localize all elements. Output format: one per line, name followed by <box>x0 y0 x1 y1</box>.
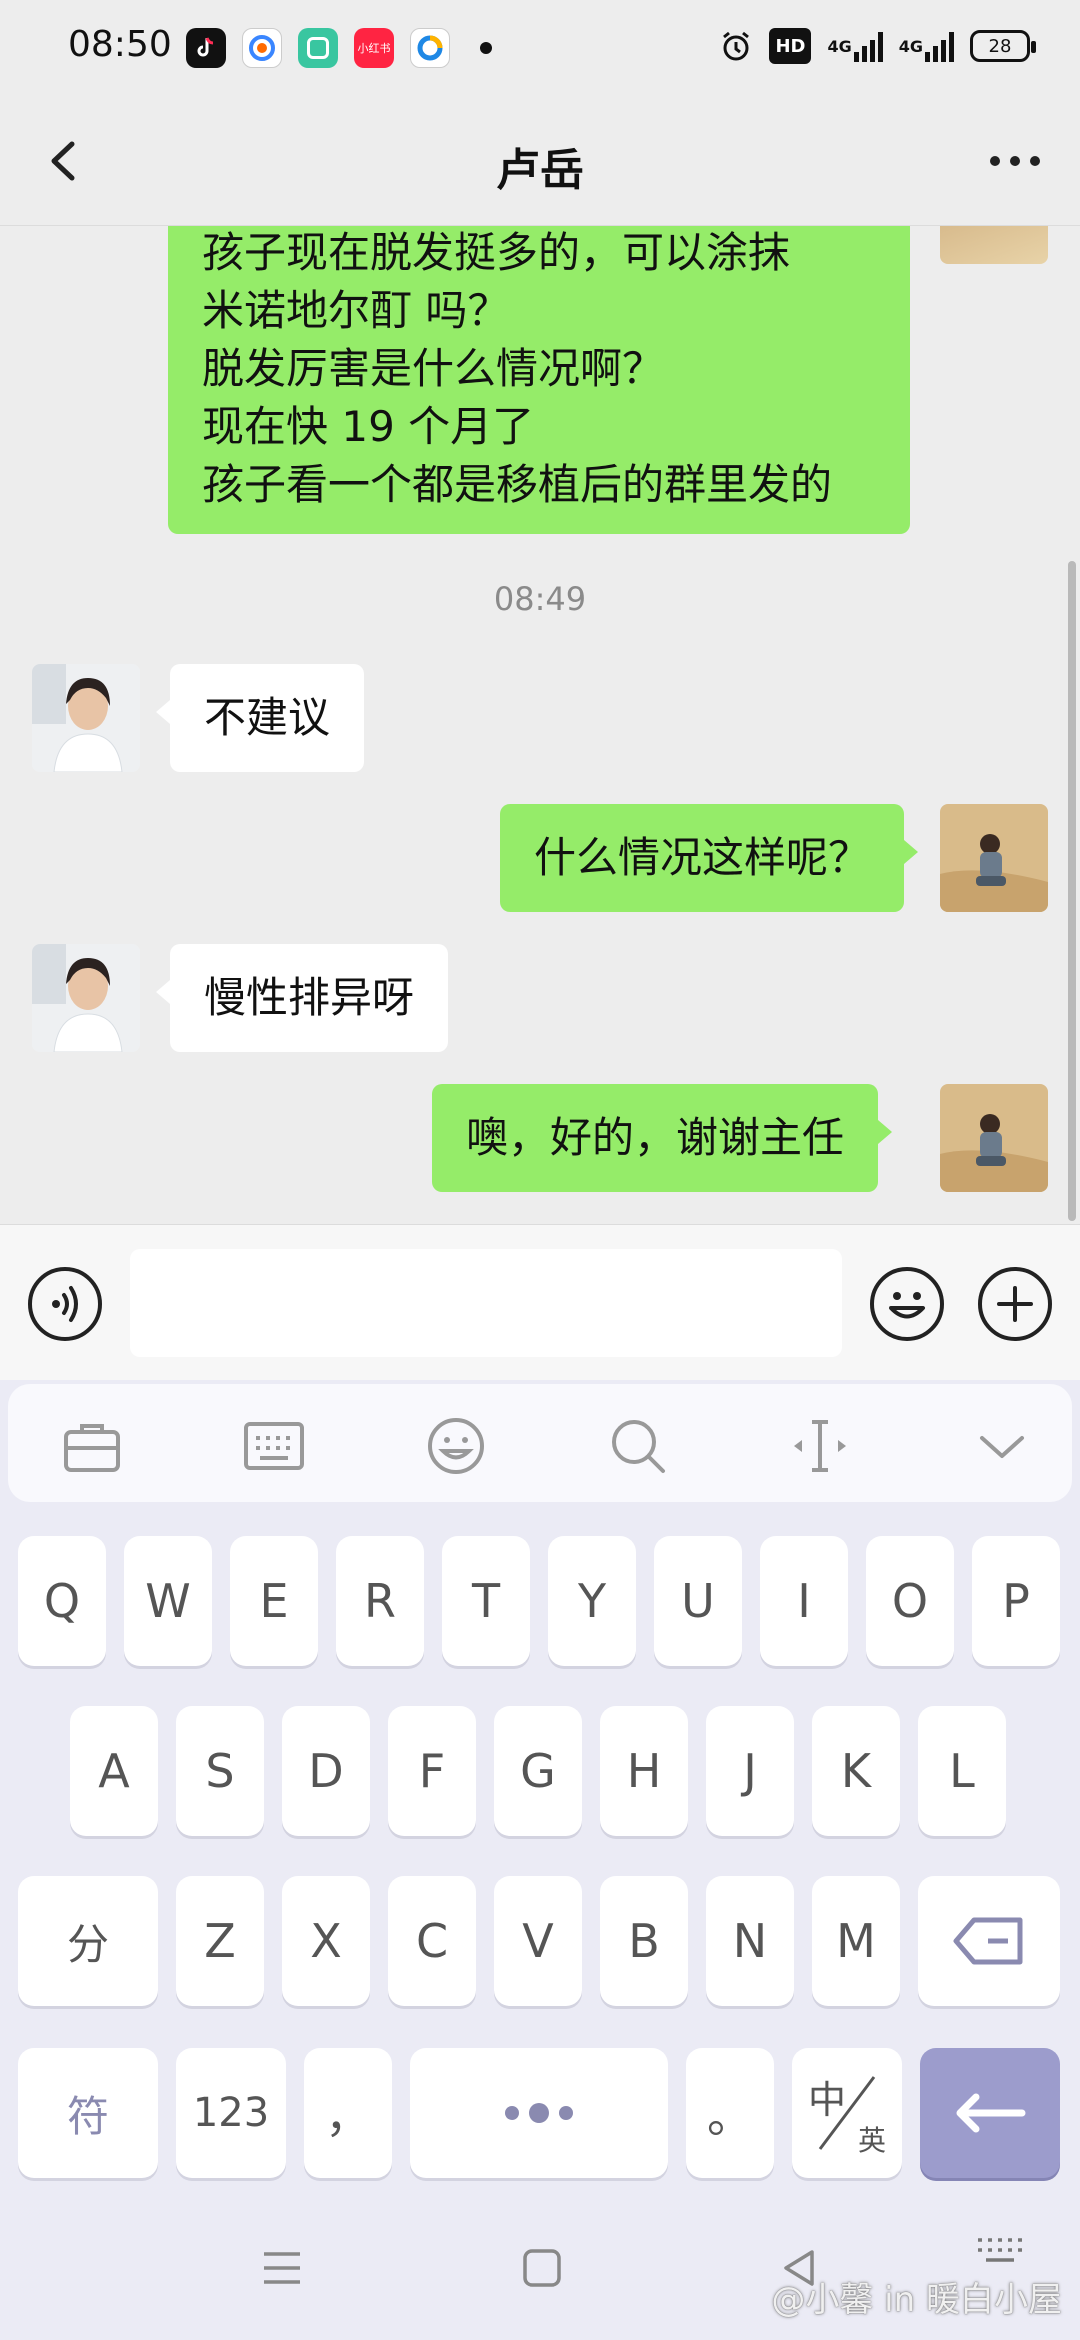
more-options-button[interactable] <box>980 126 1050 196</box>
doctor-avatar[interactable] <box>32 664 140 772</box>
numbers-key[interactable]: 123 <box>176 2048 286 2178</box>
more-dot-icon <box>990 156 1000 166</box>
signal-icon-1: 4G <box>827 28 883 64</box>
chat-title: 卢岳 <box>496 145 584 196</box>
collapse-keyboard-icon[interactable] <box>970 1414 1034 1478</box>
alarm-icon <box>719 28 753 64</box>
key-f[interactable]: F <box>388 1706 476 1836</box>
signal-icon-2: 4G <box>899 28 954 64</box>
keyboard-toolbar <box>8 1384 1072 1502</box>
key-y[interactable]: Y <box>548 1536 636 1666</box>
space-key[interactable] <box>410 2048 668 2178</box>
key-x[interactable]: X <box>282 1876 370 2006</box>
key-d[interactable]: D <box>282 1706 370 1836</box>
key-h[interactable]: H <box>600 1706 688 1836</box>
key-w[interactable]: W <box>124 1536 212 1666</box>
message-bubble-sent[interactable]: 什么情况这样呢？ <box>500 804 919 912</box>
message-bubble-received[interactable]: 慢性排异呀 <box>155 944 449 1052</box>
search-icon[interactable] <box>606 1414 670 1478</box>
watermark: @小馨 in 暖白小屋 <box>771 2280 1062 2320</box>
enter-key[interactable] <box>920 2048 1060 2178</box>
key-m[interactable]: M <box>812 1876 900 2006</box>
key-s[interactable]: S <box>176 1706 264 1836</box>
comma-key[interactable]: ， <box>304 2048 392 2178</box>
smiley-icon <box>889 1292 925 1319</box>
status-time: 08:50 <box>68 24 172 65</box>
key-p[interactable]: P <box>972 1536 1060 1666</box>
plus-icon <box>997 1286 1033 1322</box>
my-avatar[interactable] <box>940 1084 1048 1192</box>
key-k[interactable]: K <box>812 1706 900 1836</box>
app-green-icon <box>298 28 338 68</box>
my-avatar[interactable] <box>940 804 1048 912</box>
key-v[interactable]: V <box>494 1876 582 2006</box>
cursor-move-icon[interactable] <box>788 1414 852 1478</box>
menu-icon[interactable] <box>260 2246 304 2290</box>
key-n[interactable]: N <box>706 1876 794 2006</box>
enter-arrow-icon <box>956 2093 1026 2133</box>
message-input-bar <box>0 1224 1080 1380</box>
key-q[interactable]: Q <box>18 1536 106 1666</box>
voice-input-button[interactable] <box>28 1267 102 1341</box>
voice-icon <box>52 1286 78 1322</box>
emoji-button[interactable] <box>870 1267 944 1341</box>
keyboard-hide-icon[interactable] <box>974 2234 1026 2270</box>
message-bubble-received[interactable]: 不建议 <box>155 664 365 772</box>
battery-indicator: 28 <box>970 30 1036 62</box>
my-avatar[interactable] <box>940 226 1048 264</box>
backspace-icon <box>953 1917 1023 1965</box>
key-i[interactable]: I <box>760 1536 848 1666</box>
key-e[interactable]: E <box>230 1536 318 1666</box>
soft-keyboard: Q W E R T Y U I O P A S D F G H J K L 分 … <box>0 1380 1080 2340</box>
message-line: 孩子现在脱发挺多的，可以涂抹 <box>202 228 791 277</box>
message-line: 孩子看一个都是移植后的群里发的 <box>202 460 833 509</box>
tiktok-icon <box>186 28 226 68</box>
home-icon[interactable] <box>520 2246 564 2290</box>
keyboard-switch-icon[interactable] <box>242 1414 306 1478</box>
key-segment[interactable]: 分 <box>18 1876 158 2006</box>
key-b[interactable]: B <box>600 1876 688 2006</box>
space-dots-icon <box>505 2103 573 2123</box>
message-timestamp: 08:49 <box>493 580 587 618</box>
xiaohongshu-icon: 小红书 <box>354 28 394 68</box>
message-bubble-sent[interactable]: 噢，好的，谢谢主任 <box>432 1084 893 1192</box>
doctor-avatar[interactable] <box>32 944 140 1052</box>
key-a[interactable]: A <box>70 1706 158 1836</box>
hd-voice-badge: HD <box>769 28 812 64</box>
key-c[interactable]: C <box>388 1876 476 2006</box>
more-functions-button[interactable] <box>978 1267 1052 1341</box>
key-o[interactable]: O <box>866 1536 954 1666</box>
key-l[interactable]: L <box>918 1706 1006 1836</box>
message-text-input[interactable] <box>130 1249 842 1357</box>
key-j[interactable]: J <box>706 1706 794 1836</box>
key-g[interactable]: G <box>494 1706 582 1836</box>
key-r[interactable]: R <box>336 1536 424 1666</box>
message-bubble-sent[interactable]: 孩子现在脱发挺多的，可以涂抹 米诺地尔酊 吗？ 脱发厉害是什么情况啊？ 现在快 … <box>168 226 910 534</box>
status-bar: 08:50 小红书 HD 4G 4G 28 <box>0 0 1080 96</box>
chat-scrollbar[interactable] <box>1068 561 1076 1221</box>
toolbox-icon[interactable] <box>60 1414 124 1478</box>
message-line: 脱发厉害是什么情况啊？ <box>202 344 665 393</box>
key-t[interactable]: T <box>442 1536 530 1666</box>
system-status: HD 4G 4G 28 <box>719 28 1036 64</box>
language-switch-key[interactable]: 中 英 <box>792 2048 902 2178</box>
chat-message-list[interactable]: 孩子现在脱发挺多的，可以涂抹 米诺地尔酊 吗？ 脱发厉害是什么情况啊？ 现在快 … <box>0 226 1080 1224</box>
period-key[interactable]: 。 <box>686 2048 774 2178</box>
backspace-key[interactable] <box>918 1876 1060 2006</box>
message-line: 米诺地尔酊 吗？ <box>202 286 510 335</box>
symbols-key[interactable]: 符 <box>18 2048 158 2178</box>
more-notifications-dot <box>480 42 492 54</box>
notification-icons: 小红书 <box>186 28 492 68</box>
browser-icon <box>242 28 282 68</box>
message-line: 现在快 19 个月了 <box>202 402 535 451</box>
key-u[interactable]: U <box>654 1536 742 1666</box>
emoji-keyboard-icon[interactable] <box>424 1414 488 1478</box>
key-z[interactable]: Z <box>176 1876 264 2006</box>
chat-header: 卢岳 <box>0 96 1080 226</box>
qq-browser-icon <box>410 28 450 68</box>
